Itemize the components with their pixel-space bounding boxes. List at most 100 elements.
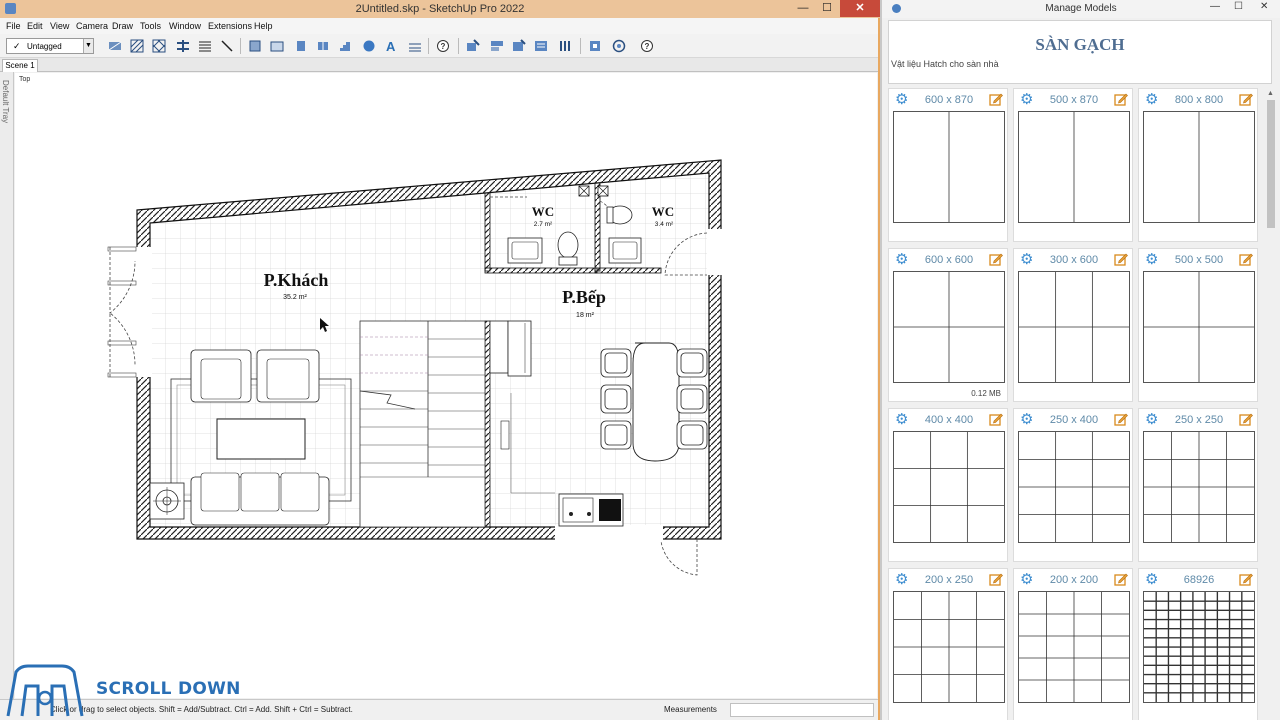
globe-icon[interactable] xyxy=(362,39,376,53)
model-card[interactable]: ⚙ 250 x 250 xyxy=(1138,408,1258,562)
default-tray-collapsed[interactable]: Default Tray xyxy=(0,72,14,700)
channel-logo xyxy=(6,664,84,717)
help-icon[interactable]: ? xyxy=(640,39,654,53)
menu-window[interactable]: Window xyxy=(169,21,201,31)
scene-icon[interactable] xyxy=(270,39,284,53)
category-heading: SÀN GẠCH xyxy=(1035,35,1125,54)
model-import-icon[interactable] xyxy=(466,39,480,53)
edit-icon[interactable] xyxy=(989,572,1003,586)
maximize-button[interactable]: ☐ xyxy=(1234,1,1243,12)
dimension-icon[interactable] xyxy=(408,39,422,53)
line-tool-icon[interactable] xyxy=(220,39,234,53)
edit-icon[interactable] xyxy=(989,412,1003,426)
edit-icon[interactable] xyxy=(1239,252,1253,266)
edit-icon[interactable] xyxy=(1239,572,1253,586)
menu-camera[interactable]: Camera xyxy=(76,21,108,31)
close-button[interactable]: ✕ xyxy=(1260,1,1268,12)
menu-edit[interactable]: Edit xyxy=(27,21,43,31)
manage-models-titlebar[interactable]: Manage Models — ☐ ✕ xyxy=(882,0,1280,18)
door-opening-left xyxy=(135,247,152,377)
tab-scene-1[interactable]: Scene 1 xyxy=(2,59,38,72)
model-card[interactable]: ⚙ 500 x 500 xyxy=(1138,248,1258,402)
sketchup-titlebar[interactable]: 2Untitled.skp - SketchUp Pro 2022 — ☐ ✕ xyxy=(0,0,880,18)
tag-selector[interactable]: ✓ Untagged ▼ xyxy=(6,38,94,54)
measurements-input[interactable] xyxy=(730,703,874,717)
menu-view[interactable]: View xyxy=(50,21,69,31)
edit-icon[interactable] xyxy=(1114,412,1128,426)
edit-icon[interactable] xyxy=(1239,412,1253,426)
toolbar-separator xyxy=(580,38,581,54)
menu-file[interactable]: File xyxy=(6,21,21,31)
door-icon[interactable] xyxy=(294,39,308,53)
menu-tools[interactable]: Tools xyxy=(140,21,161,31)
minimize-button[interactable]: — xyxy=(1210,1,1220,12)
door-swing xyxy=(109,247,136,314)
model-card[interactable]: ⚙ 200 x 200 xyxy=(1013,568,1133,720)
edit-icon[interactable] xyxy=(989,252,1003,266)
edit-icon[interactable] xyxy=(1114,572,1128,586)
help-icon[interactable]: ? xyxy=(436,39,450,53)
close-button[interactable]: ✕ xyxy=(840,0,880,17)
floor-plan-drawing: P.Khách 35.2 m² P.Bếp 18 m² WC 2.7 m² WC… xyxy=(107,159,723,576)
menu-draw[interactable]: Draw xyxy=(112,21,133,31)
hatch-preview xyxy=(893,111,1005,223)
toolbar-separator xyxy=(240,38,241,54)
settings-sliders-icon[interactable] xyxy=(558,39,572,53)
edit-icon[interactable] xyxy=(1114,92,1128,106)
edit-icon[interactable] xyxy=(989,92,1003,106)
manage-models-window: Manage Models — ☐ ✕ SÀN GẠCH Vật liệu Ha… xyxy=(882,0,1280,720)
maximize-button[interactable]: ☐ xyxy=(814,0,840,17)
component-icon[interactable] xyxy=(588,39,602,53)
toolbar-separator xyxy=(458,38,459,54)
model-card[interactable]: ⚙ 300 x 600 xyxy=(1013,248,1133,402)
svg-text:A: A xyxy=(386,39,396,53)
model-card[interactable]: ⚙ 400 x 400 xyxy=(888,408,1008,562)
check-icon: ✓ xyxy=(13,41,21,51)
model-card[interactable]: ⚙ 600 x 600 0.12 MB xyxy=(888,248,1008,402)
hatch-diagonal-icon[interactable] xyxy=(130,39,144,53)
hatch-cross-icon[interactable] xyxy=(152,39,166,53)
orbit-icon[interactable] xyxy=(612,39,626,53)
model-card[interactable]: ⚙ 800 x 800 xyxy=(1138,88,1258,242)
menu-help[interactable]: Help xyxy=(254,21,273,31)
model-card[interactable]: ⚙ 68926 xyxy=(1138,568,1258,720)
category-subtitle: Vật liệu Hatch cho sàn nhà xyxy=(891,59,999,69)
model-card[interactable]: ⚙ 600 x 870 xyxy=(888,88,1008,242)
minimize-button[interactable]: — xyxy=(790,0,816,17)
model-file-size: 0.12 MB xyxy=(971,389,1001,398)
model-layer-icon[interactable] xyxy=(490,39,504,53)
window-icon[interactable] xyxy=(316,39,330,53)
model-card[interactable]: ⚙ 250 x 400 xyxy=(1013,408,1133,562)
cooktop xyxy=(599,499,621,521)
model-edit-icon[interactable] xyxy=(512,39,526,53)
hatch-tile-icon[interactable] xyxy=(176,39,190,53)
partition-wall xyxy=(484,267,598,274)
stair-icon[interactable] xyxy=(338,39,352,53)
watermark-text: SCROLL DOWN xyxy=(96,679,241,699)
edit-icon[interactable] xyxy=(1239,92,1253,106)
section-icon[interactable] xyxy=(248,39,262,53)
door-opening-bottom xyxy=(555,525,663,541)
model-card[interactable]: ⚙ 200 x 250 xyxy=(888,568,1008,720)
svg-text:?: ? xyxy=(441,42,446,51)
room-label-living: P.Khách xyxy=(264,270,329,290)
model-viewport[interactable]: Top P.Khách 35.2 m² P.Bếp 18 m² WC 2.7 m… xyxy=(15,73,877,698)
model-card[interactable]: ⚙ 500 x 870 xyxy=(1013,88,1133,242)
toolbar-separator xyxy=(428,38,429,54)
menu-extensions[interactable]: Extensions xyxy=(208,21,252,31)
main-toolbar: ✓ Untagged ▼ A ? ? xyxy=(0,34,878,58)
scrollbar-thumb[interactable] xyxy=(1267,100,1275,228)
scroll-up-arrow[interactable]: ▲ xyxy=(1267,90,1274,97)
coffee-table xyxy=(216,418,306,460)
text-tool-icon[interactable]: A xyxy=(384,39,398,53)
edit-icon[interactable] xyxy=(1114,252,1128,266)
model-list-icon[interactable] xyxy=(534,39,548,53)
vertical-scrollbar[interactable]: ▲ xyxy=(1266,88,1276,720)
hatch-preview xyxy=(1018,431,1130,543)
model-grid: ⚙ 600 x 870 ⚙ 500 x 870 ⚙ 800 x 800 ⚙ 600 x 600… xyxy=(888,88,1264,720)
status-text: Click or drag to select objects. Shift =… xyxy=(50,705,353,714)
hatch-lines-icon[interactable] xyxy=(198,39,212,53)
hatch-layer-icon[interactable] xyxy=(108,39,122,53)
chevron-down-icon[interactable]: ▼ xyxy=(83,39,93,53)
hatch-preview xyxy=(893,271,1005,383)
